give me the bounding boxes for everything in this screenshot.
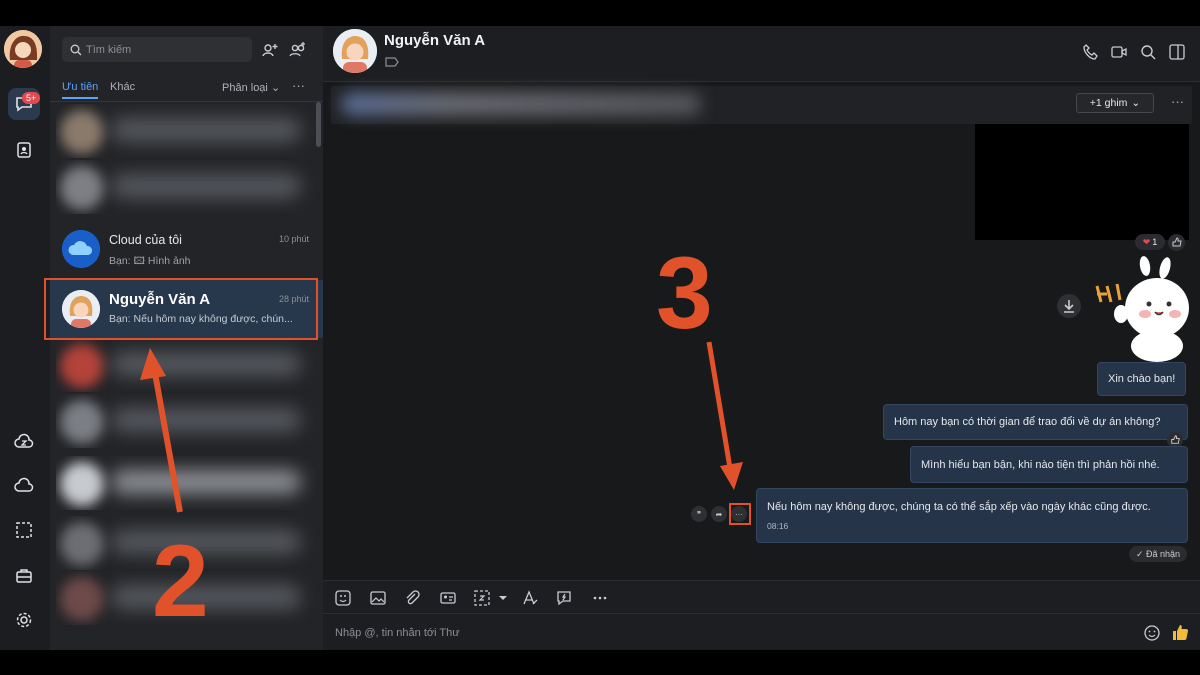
create-group-icon[interactable] [288, 40, 308, 60]
unread-badge: 5+ [22, 92, 41, 104]
message-text: Nếu hôm nay không được, chúng ta có thể … [767, 501, 1151, 513]
message-time: 08:16 [767, 521, 789, 531]
conversation-preview: Bạn: 🖾 Hình ảnh [109, 253, 191, 271]
check-icon: ✓ [1135, 548, 1144, 559]
message-text: Xin chào bạn! [1108, 373, 1176, 385]
chevron-down-icon[interactable] [494, 589, 512, 607]
preview-prefix: Bạn: [109, 255, 131, 267]
settings-nav-button[interactable] [8, 604, 40, 636]
settings-icon [16, 612, 32, 628]
tab-other[interactable]: Khác [110, 81, 135, 93]
list-item[interactable] [56, 338, 316, 392]
tabs-divider [50, 101, 323, 102]
pinned-bar[interactable] [331, 86, 1192, 124]
message-bubble[interactable]: Mình hiểu bạn bận, khi nào tiện thì phản… [910, 446, 1188, 483]
search-icon [70, 44, 82, 55]
tab-priority[interactable]: Ưu tiên [62, 81, 99, 99]
list-item[interactable] [56, 456, 316, 510]
image-icon: 🖾 [133, 255, 145, 267]
header-avatar[interactable] [333, 29, 377, 73]
screenshot-icon[interactable] [473, 589, 491, 607]
pins-label: +1 ghim [1089, 97, 1128, 109]
image-message[interactable] [975, 124, 1189, 240]
search-input[interactable] [86, 43, 236, 56]
reaction-count: 1 [1152, 237, 1158, 247]
top-letterbox [0, 0, 1200, 26]
step-number-3: 3 [656, 236, 713, 350]
pin-more-button[interactable]: ··· [1171, 94, 1184, 109]
list-tabs: Ưu tiên Khác Phân loại ⌄ ··· [62, 78, 312, 101]
thumbs-up-icon[interactable] [1170, 622, 1190, 642]
step-number-2: 2 [152, 524, 209, 638]
sticker-icon[interactable] [334, 589, 352, 607]
quick-message-icon[interactable] [555, 589, 573, 607]
screenshot-nav-button[interactable] [8, 514, 40, 546]
screenshot-icon [16, 522, 32, 538]
forward-icon[interactable]: ➦ [711, 506, 727, 522]
list-item[interactable] [56, 394, 316, 448]
chat-header: Nguyễn Văn A [323, 26, 1200, 82]
cloud-icon [14, 477, 34, 492]
message-bubble[interactable]: Hôm nay bạn có thời gian để trao đổi về … [883, 404, 1188, 440]
toolbox-icon [16, 569, 32, 583]
text-format-icon[interactable] [521, 589, 539, 607]
download-icon[interactable] [1057, 294, 1081, 318]
contacts-nav-button[interactable] [8, 134, 40, 166]
preview-text: Hình ảnh [147, 255, 191, 267]
video-call-icon[interactable] [1110, 43, 1128, 61]
pins-button[interactable]: +1 ghim ⌄ [1076, 93, 1154, 113]
heart-icon: ❤ [1142, 236, 1151, 247]
bunny-hi-sticker[interactable] [1087, 256, 1197, 366]
zcloud-nav-button[interactable] [8, 426, 40, 458]
message-text: Hôm nay bạn có thời gian để trao đổi về … [894, 416, 1161, 428]
message-input[interactable] [335, 624, 1115, 642]
status-text: Đã nhận [1146, 549, 1181, 559]
list-more-button[interactable]: ··· [292, 78, 305, 93]
image-icon[interactable] [369, 589, 387, 607]
cloud-nav-button[interactable] [8, 470, 40, 502]
list-item[interactable] [56, 104, 316, 158]
phone-icon[interactable] [1082, 43, 1100, 61]
add-friend-icon[interactable] [260, 40, 280, 60]
search-box[interactable] [62, 37, 252, 62]
chevron-down-icon: ⌄ [1131, 97, 1141, 109]
chevron-down-icon: ⌄ [270, 82, 281, 94]
list-scrollbar[interactable] [316, 102, 321, 147]
conversation-name: Cloud của tôi [109, 233, 182, 247]
attachment-icon[interactable] [403, 589, 421, 607]
tag-icon[interactable] [385, 57, 399, 67]
filter-label: Phân loại [222, 82, 268, 94]
message-bubble-last[interactable]: Nếu hôm nay không được, chúng ta có thể … [756, 488, 1188, 543]
emoji-icon[interactable] [1143, 624, 1161, 642]
contact-card-icon[interactable] [439, 589, 457, 607]
user-avatar[interactable] [4, 30, 42, 68]
message-text: Mình hiểu bạn bận, khi nào tiện thì phản… [921, 458, 1160, 471]
contact-name[interactable]: Nguyễn Văn A [384, 32, 485, 49]
conversation-time: 10 phút [278, 234, 309, 244]
message-bubble[interactable]: Xin chào bạn! [1097, 362, 1187, 396]
nav-rail: 5+ [0, 26, 50, 650]
side-panel-icon[interactable] [1168, 43, 1186, 61]
quote-icon[interactable]: ❞ [691, 506, 707, 522]
bottom-letterbox [0, 650, 1200, 675]
toolbox-nav-button[interactable] [8, 560, 40, 592]
like-icon[interactable] [1168, 234, 1185, 251]
composer-toolbar [323, 580, 1200, 614]
search-icon[interactable] [1139, 43, 1157, 61]
list-item[interactable] [56, 160, 316, 214]
zcloud-icon [14, 433, 34, 448]
contacts-icon [17, 142, 31, 158]
cloud-avatar [62, 230, 100, 268]
delivery-status: ✓ Đã nhận [1129, 546, 1187, 562]
highlight-box-conversation [44, 278, 318, 340]
highlight-box-more [729, 503, 751, 525]
more-horizontal-icon[interactable] [591, 589, 609, 607]
filter-dropdown[interactable]: Phân loại ⌄ [222, 81, 280, 94]
composer [323, 614, 1200, 650]
conversation-cloud[interactable]: Cloud của tôi 10 phút Bạn: 🖾 Hình ảnh [50, 220, 323, 278]
reaction-pill[interactable]: ❤ 1 [1135, 234, 1165, 250]
chat-panel: Nguyễn Văn A +1 ghim ⌄ ··· ❤ 1 Xin chào bạ… [323, 26, 1200, 650]
